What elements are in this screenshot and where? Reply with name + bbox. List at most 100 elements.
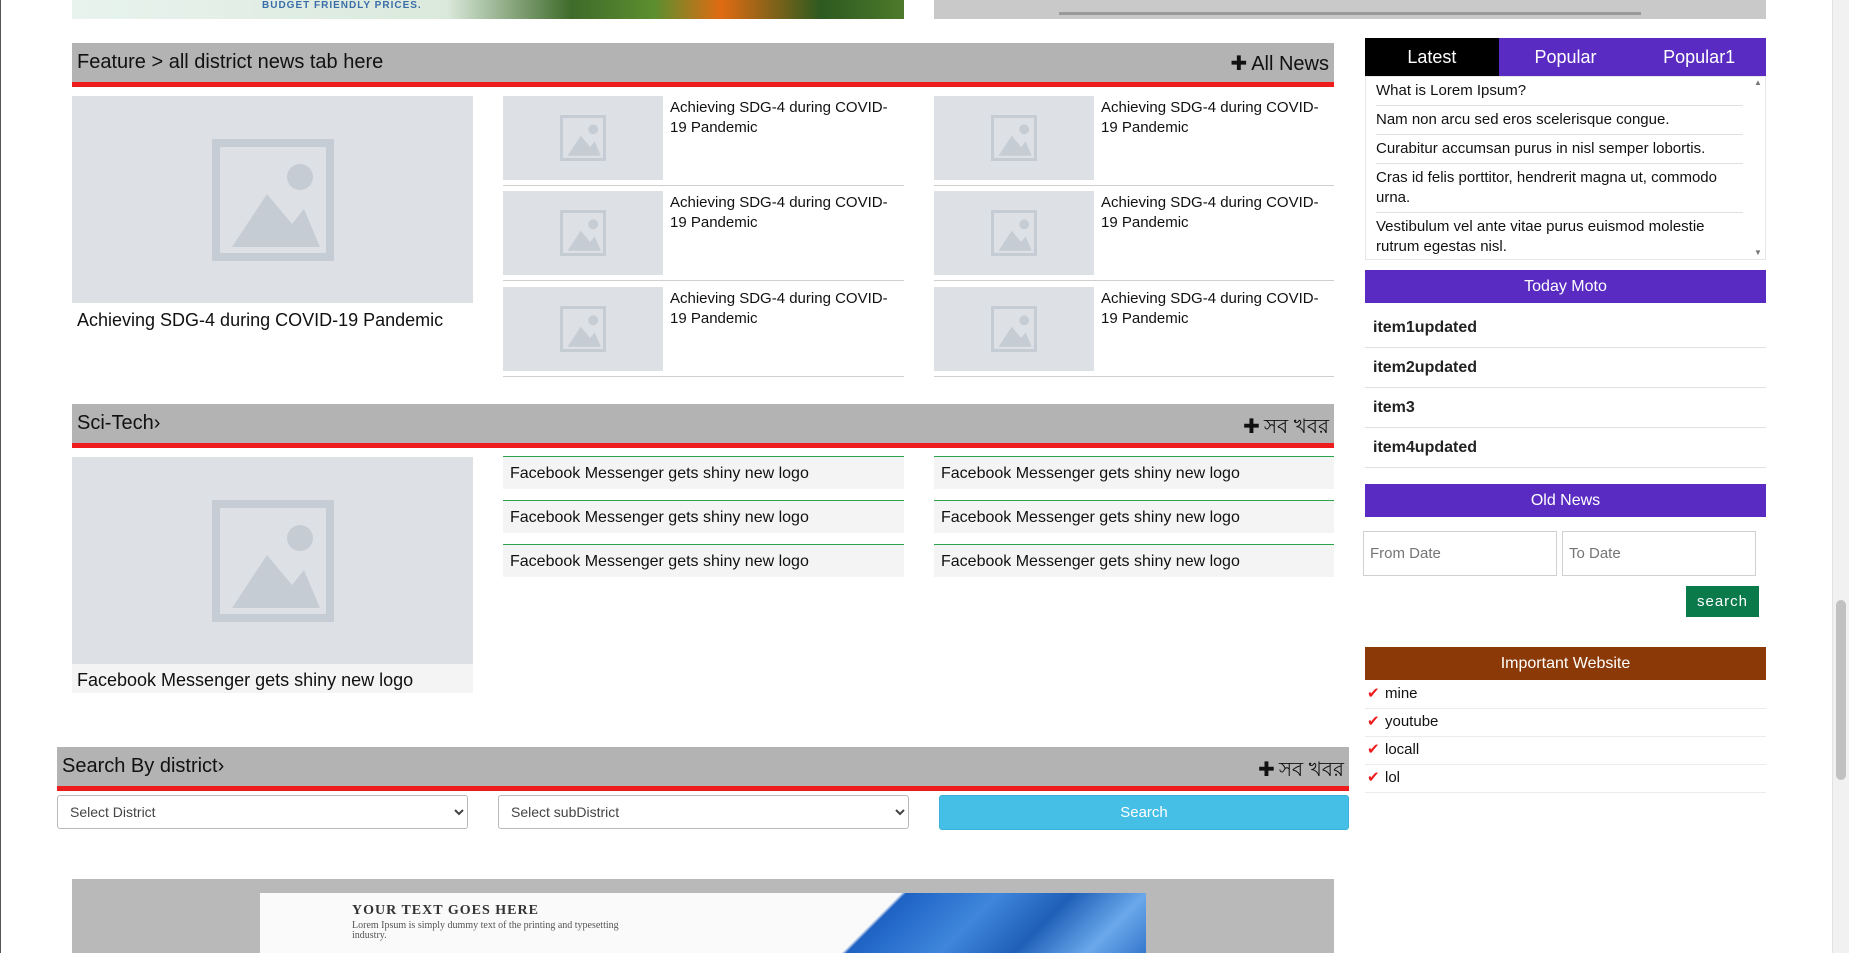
image-placeholder-icon <box>991 210 1037 256</box>
banner-graphic <box>730 893 1146 953</box>
feature-list-item[interactable]: Achieving SDG-4 during COVID-19 Pandemic <box>503 191 904 281</box>
latest-news-list: What is Lorem Ipsum? Nam non arcu sed er… <box>1365 76 1766 260</box>
feature-section-header: Feature > all district news tab here ✚ Al… <box>72 43 1334 87</box>
important-website-link[interactable]: ✔ locall <box>1365 737 1766 765</box>
today-moto-list: item1updated item2updated item3 item4upd… <box>1365 308 1766 468</box>
scitech-section-header: Sci-Tech› ✚ সব খবর <box>72 404 1334 448</box>
feature-item-thumbnail <box>934 96 1094 180</box>
scitech-main-image <box>72 457 473 664</box>
feature-item-thumbnail <box>503 96 663 180</box>
important-website-label: locall <box>1385 741 1420 758</box>
banner-tagline: BUDGET FRIENDLY PRICES. <box>262 0 422 11</box>
district-all-news-link[interactable]: ✚ সব খবর <box>1258 755 1344 788</box>
scitech-list-item[interactable]: Facebook Messenger gets shiny new logo <box>934 500 1334 533</box>
district-all-news-label: সব খবর <box>1278 759 1344 781</box>
latest-news-item[interactable]: What is Lorem Ipsum? <box>1376 77 1743 106</box>
banner-heading: YOUR TEXT GOES HERE <box>352 903 539 918</box>
image-placeholder-icon <box>991 115 1037 161</box>
feature-item-title: Achieving SDG-4 during COVID-19 Pandemic <box>1101 194 1319 231</box>
check-icon: ✔ <box>1367 741 1380 758</box>
feature-item-thumbnail <box>934 287 1094 371</box>
check-icon: ✔ <box>1367 713 1380 730</box>
scitech-main-article[interactable]: Facebook Messenger gets shiny new logo <box>72 457 473 693</box>
plus-icon: ✚ <box>1230 53 1248 75</box>
latest-news-item[interactable]: Nam non arcu sed eros scelerisque congue… <box>1376 106 1743 135</box>
scitech-list-item[interactable]: Facebook Messenger gets shiny new logo <box>503 456 904 489</box>
feature-main-caption: Achieving SDG-4 during COVID-19 Pandemic <box>77 310 444 330</box>
feature-main-article[interactable]: Achieving SDG-4 during COVID-19 Pandemic <box>72 96 473 336</box>
subdistrict-select[interactable]: Select subDistrict <box>498 795 909 829</box>
top-ad-banner-left[interactable]: BUDGET FRIENDLY PRICES. <box>72 0 904 19</box>
moto-item[interactable]: item2updated <box>1365 348 1766 388</box>
top-ad-banner-right[interactable] <box>934 0 1766 19</box>
district-section-title: Search By district› <box>62 755 225 777</box>
district-select[interactable]: Select District <box>57 795 468 829</box>
feature-main-image <box>72 96 473 303</box>
latest-news-item[interactable]: Curabitur accumsan purus in nisl semper … <box>1376 135 1743 164</box>
feature-list-item[interactable]: Achieving SDG-4 during COVID-19 Pandemic <box>934 191 1334 281</box>
feature-list-item[interactable]: Achieving SDG-4 during COVID-19 Pandemic <box>934 96 1334 186</box>
feature-list-item[interactable]: Achieving SDG-4 during COVID-19 Pandemic <box>934 287 1334 377</box>
latest-news-item[interactable]: Cras id felis porttitor, hendrerit magna… <box>1376 164 1743 213</box>
important-website-header: Important Website <box>1365 647 1766 680</box>
scitech-list-item[interactable]: Facebook Messenger gets shiny new logo <box>503 500 904 533</box>
tab-popular1[interactable]: Popular1 <box>1632 38 1766 76</box>
from-date-input[interactable] <box>1363 531 1557 576</box>
page-edge <box>0 0 1 953</box>
scitech-list-item[interactable]: Facebook Messenger gets shiny new logo <box>934 544 1334 577</box>
tab-latest[interactable]: Latest <box>1365 38 1499 76</box>
moto-item[interactable]: item3 <box>1365 388 1766 428</box>
important-website-label: lol <box>1385 769 1401 786</box>
banner-bar <box>1059 12 1641 15</box>
image-placeholder-icon <box>560 210 606 256</box>
scitech-all-news-link[interactable]: ✚ সব খবর <box>1243 412 1329 445</box>
banner-card: YOUR TEXT GOES HERE Lorem Ipsum is simpl… <box>260 893 1146 953</box>
feature-list-item[interactable]: Achieving SDG-4 during COVID-19 Pandemic <box>503 287 904 377</box>
scitech-all-news-label: সব খবর <box>1263 416 1329 438</box>
scitech-section-title: Sci-Tech› <box>77 412 161 434</box>
scitech-list-item[interactable]: Facebook Messenger gets shiny new logo <box>934 456 1334 489</box>
feature-all-news-label: All News <box>1251 53 1329 75</box>
district-search-button[interactable]: Search <box>939 795 1349 830</box>
check-icon: ✔ <box>1367 769 1380 786</box>
important-website-link[interactable]: ✔ mine <box>1365 681 1766 709</box>
today-moto-header: Today Moto <box>1365 270 1766 303</box>
important-website-label: youtube <box>1385 713 1439 730</box>
page-scrollbar-thumb[interactable] <box>1836 600 1846 780</box>
banner-body: Lorem Ipsum is simply dummy text of the … <box>352 920 619 941</box>
bottom-ad-banner[interactable]: YOUR TEXT GOES HERE Lorem Ipsum is simpl… <box>72 879 1334 953</box>
to-date-input[interactable] <box>1562 531 1756 576</box>
old-news-search-button[interactable]: search <box>1686 586 1759 617</box>
scitech-list-item[interactable]: Facebook Messenger gets shiny new logo <box>503 544 904 577</box>
feature-all-news-link[interactable]: ✚ All News <box>1230 51 1329 76</box>
feature-section-title: Feature > all district news tab here <box>77 51 384 73</box>
feature-item-title: Achieving SDG-4 during COVID-19 Pandemic <box>1101 290 1319 327</box>
old-news-header: Old News <box>1365 484 1766 517</box>
important-website-link[interactable]: ✔ lol <box>1365 765 1766 793</box>
check-icon: ✔ <box>1367 685 1380 702</box>
feature-item-thumbnail <box>503 191 663 275</box>
plus-icon: ✚ <box>1243 416 1260 438</box>
important-website-list: ✔ mine ✔ youtube ✔ locall ✔ lol <box>1365 681 1766 793</box>
tab-popular[interactable]: Popular <box>1499 38 1633 76</box>
important-website-link[interactable]: ✔ youtube <box>1365 709 1766 737</box>
image-placeholder-icon <box>560 306 606 352</box>
feature-item-title: Achieving SDG-4 during COVID-19 Pandemic <box>670 290 888 327</box>
page-scrollbar[interactable] <box>1832 0 1849 953</box>
moto-item[interactable]: item4updated <box>1365 428 1766 468</box>
feature-item-title: Achieving SDG-4 during COVID-19 Pandemic <box>1101 99 1319 136</box>
news-tabs: Latest Popular Popular1 <box>1365 38 1766 76</box>
moto-item[interactable]: item1updated <box>1365 308 1766 348</box>
scitech-main-caption: Facebook Messenger gets shiny new logo <box>77 670 414 690</box>
latest-news-item[interactable]: Vestibulum vel ante vitae purus euismod … <box>1376 213 1743 259</box>
image-placeholder-icon <box>560 115 606 161</box>
district-section-header: Search By district› ✚ সব খবর <box>57 747 1349 791</box>
feature-item-title: Achieving SDG-4 during COVID-19 Pandemic <box>670 194 888 231</box>
scroll-down-arrow-icon[interactable]: ▼ <box>1753 249 1763 257</box>
feature-item-title: Achieving SDG-4 during COVID-19 Pandemic <box>670 99 888 136</box>
latest-list-scrollbar[interactable]: ▲ ▼ <box>1753 79 1763 257</box>
feature-item-thumbnail <box>934 191 1094 275</box>
image-placeholder-icon <box>991 306 1037 352</box>
feature-list-item[interactable]: Achieving SDG-4 during COVID-19 Pandemic <box>503 96 904 186</box>
scroll-up-arrow-icon[interactable]: ▲ <box>1753 79 1763 87</box>
